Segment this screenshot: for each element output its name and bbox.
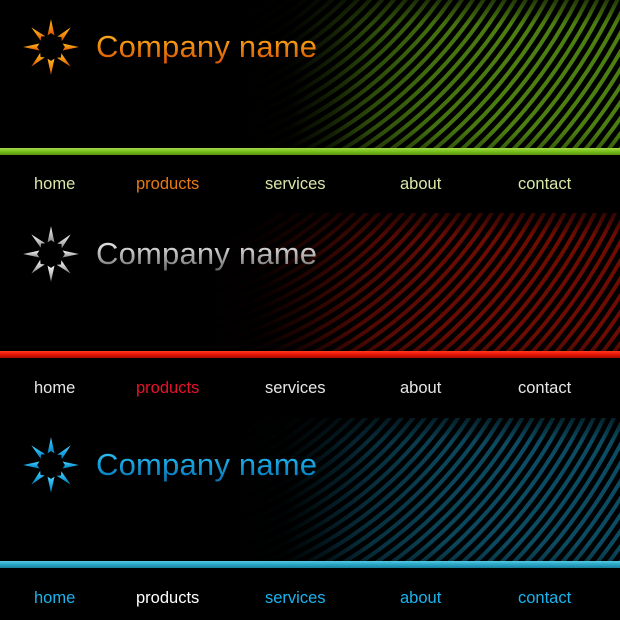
- company-name-green: Company name: [96, 29, 318, 64]
- sun-burst-icon: [22, 436, 80, 494]
- sun-burst-icon: [22, 18, 80, 76]
- brand-blue: Company name: [22, 436, 317, 494]
- nav-link-home[interactable]: home: [34, 379, 75, 398]
- brand-green: Company name: [22, 18, 317, 76]
- nav-slot: services: [265, 175, 326, 194]
- company-name-blue: Company name: [96, 447, 318, 482]
- nav-link-services[interactable]: services: [265, 589, 326, 608]
- nav-link-contact[interactable]: contact: [518, 589, 571, 608]
- brand-red: Company name: [22, 225, 317, 283]
- nav-slot: contact: [518, 379, 571, 398]
- nav-link-home[interactable]: home: [34, 175, 75, 194]
- nav-slot: products: [136, 175, 199, 194]
- divider-bar-red: [0, 351, 620, 358]
- nav-link-contact[interactable]: contact: [518, 379, 571, 398]
- navigation-blue: home products services about contact: [0, 568, 620, 620]
- nav-link-products[interactable]: products: [136, 379, 199, 398]
- nav-link-products[interactable]: products: [136, 589, 199, 608]
- divider-bar-blue: [0, 561, 620, 568]
- sun-burst-icon: [22, 225, 80, 283]
- nav-link-about[interactable]: about: [400, 175, 441, 194]
- nav-link-about[interactable]: about: [400, 589, 441, 608]
- banner-red: Company name: [0, 213, 620, 358]
- nav-slot: home: [34, 175, 75, 194]
- nav-link-services[interactable]: services: [265, 175, 326, 194]
- nav-slot: home: [34, 379, 75, 398]
- nav-slot: contact: [518, 589, 571, 608]
- nav-link-products[interactable]: products: [136, 175, 199, 194]
- banner-blue: Company name: [0, 418, 620, 568]
- nav-link-about[interactable]: about: [400, 379, 441, 398]
- nav-slot: about: [400, 175, 441, 194]
- banner-template-collection: Company name home products services abou…: [0, 0, 620, 620]
- nav-slot: home: [34, 589, 75, 608]
- nav-slot: contact: [518, 175, 571, 194]
- navigation-red: home products services about contact: [0, 358, 620, 418]
- nav-slot: products: [136, 379, 199, 398]
- banner-green: Company name: [0, 0, 620, 155]
- nav-slot: products: [136, 589, 199, 608]
- nav-link-contact[interactable]: contact: [518, 175, 571, 194]
- nav-slot: services: [265, 379, 326, 398]
- divider-bar-green: [0, 148, 620, 155]
- nav-slot: services: [265, 589, 326, 608]
- navigation-green: home products services about contact: [0, 155, 620, 213]
- nav-slot: about: [400, 589, 441, 608]
- nav-slot: about: [400, 379, 441, 398]
- company-name-red: Company name: [96, 236, 318, 271]
- nav-link-home[interactable]: home: [34, 589, 75, 608]
- nav-link-services[interactable]: services: [265, 379, 326, 398]
